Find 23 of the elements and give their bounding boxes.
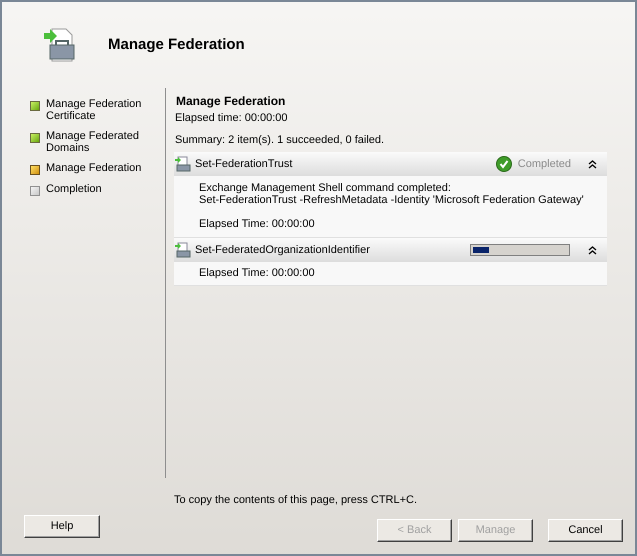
step-label: Manage Federated Domains bbox=[46, 130, 140, 154]
section-heading: Manage Federation bbox=[176, 93, 286, 110]
dialog-button[interactable]: Help bbox=[24, 515, 100, 538]
collapse-icon[interactable] bbox=[588, 160, 597, 168]
summary-text: Summary: 2 item(s). 1 succeeded, 0 failed. bbox=[175, 132, 386, 148]
step-label: Completion bbox=[46, 183, 103, 195]
step-label: Manage Federation bbox=[46, 162, 142, 174]
check-icon bbox=[496, 156, 512, 172]
task-name: Set-FederationTrust bbox=[195, 156, 294, 172]
elapsed-time: Elapsed time: 00:00:00 bbox=[175, 111, 289, 126]
task-output-line: Exchange Management Shell command completed: bbox=[199, 182, 452, 194]
task-output-line: Set-FederationTrust -RefreshMetadata -Identity 'Microsoft Federation Gateway' bbox=[199, 194, 585, 206]
page-title: Manage Federation bbox=[108, 34, 245, 55]
dialog-button[interactable]: Cancel bbox=[548, 519, 623, 542]
task-icon bbox=[175, 242, 192, 258]
step-label: Manage Federation Certificate bbox=[46, 98, 142, 122]
task-elapsed-time: Elapsed Time: 00:00:00 bbox=[199, 218, 316, 231]
copy-hint: To copy the contents of this page, press CTRL+C. bbox=[174, 493, 418, 508]
status-text: Completed bbox=[518, 156, 571, 172]
task-icon bbox=[175, 156, 192, 172]
task-elapsed-time: Elapsed Time: 00:00:00 bbox=[199, 267, 316, 280]
task-name: Set-FederatedOrganizationIdentifier bbox=[195, 242, 371, 258]
collapse-icon[interactable] bbox=[588, 246, 597, 254]
